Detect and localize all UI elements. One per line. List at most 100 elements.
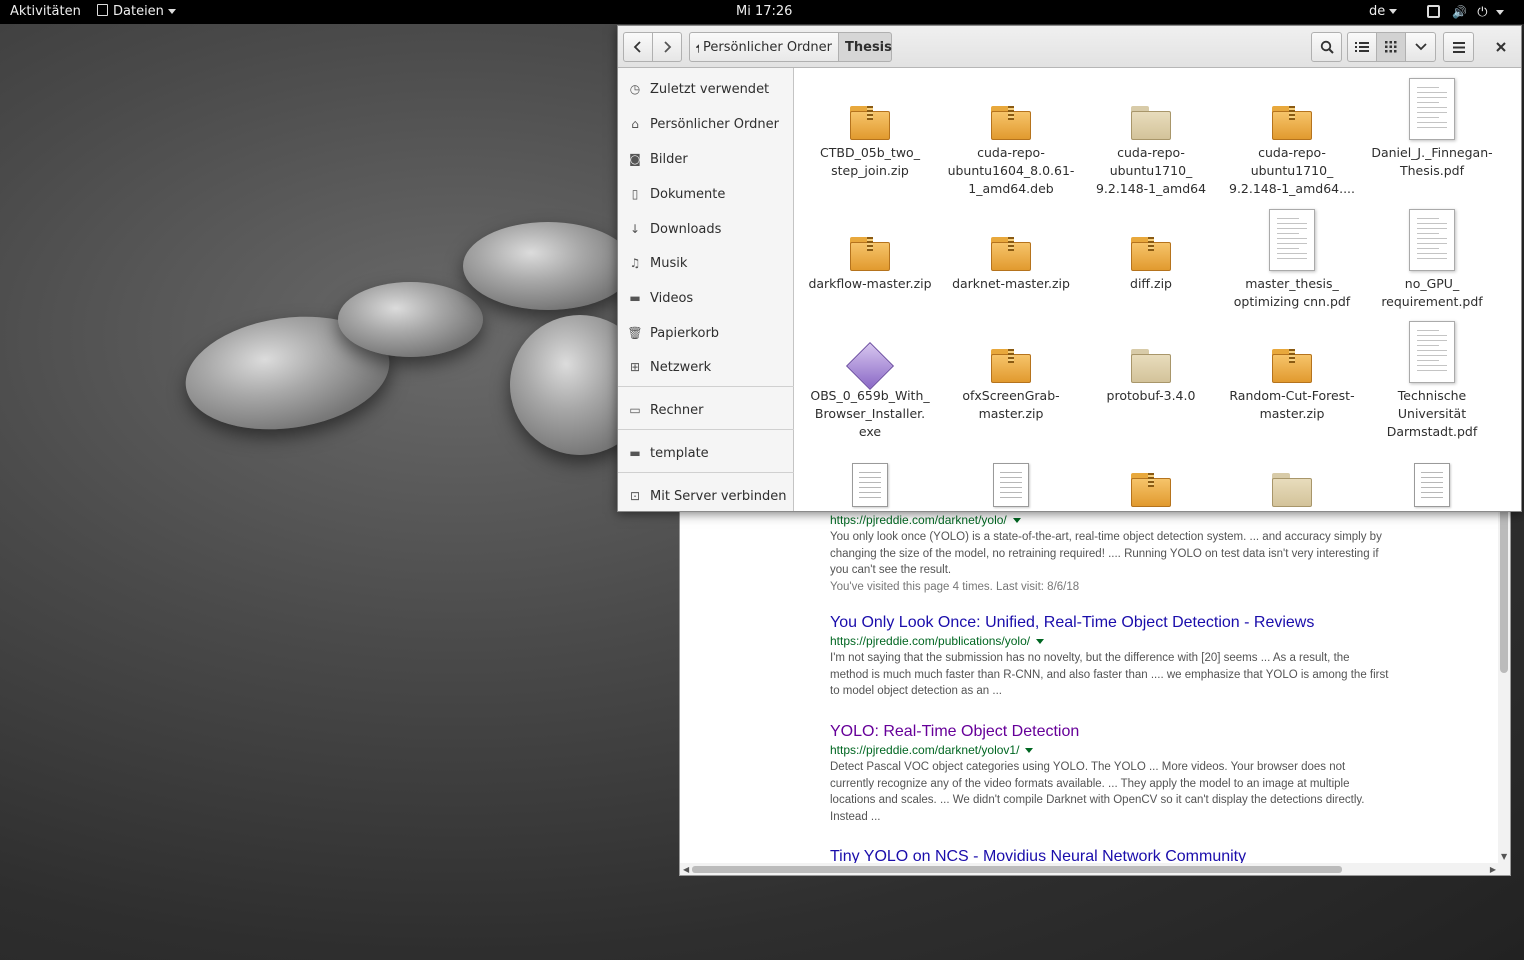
vertical-scrollbar[interactable]: ▼: [1498, 501, 1510, 863]
file-icon-wrap: [946, 74, 1076, 140]
chevron-right-icon: [664, 41, 672, 53]
file-icon-wrap: [946, 317, 1076, 383]
file-item[interactable]: darknet-master.zip: [946, 205, 1076, 293]
sidebar-item-trash[interactable]: 🗑 Papierkorb: [618, 318, 794, 348]
file-item[interactable]: cuda-repo- ubuntu1604_8.0.61- 1_amd64.de…: [946, 74, 1076, 198]
document-icon: [852, 463, 888, 507]
file-item[interactable]: tiny-yolo-voc (1).: [946, 441, 1076, 511]
file-item[interactable]: ofxScreenGrab- master.zip: [946, 317, 1076, 423]
file-icon-wrap: [946, 205, 1076, 271]
file-item[interactable]: Random-Cut-Forest- master.zip: [1227, 317, 1357, 423]
file-icon-wrap: [805, 317, 935, 391]
file-item[interactable]: diff.zip: [1086, 205, 1216, 293]
sidebar-item-recent[interactable]: ◷ Zuletzt verwendet: [618, 74, 794, 104]
breadcrumb-current[interactable]: Thesis: [838, 32, 892, 62]
drive-icon: ▭: [629, 403, 641, 417]
top-bar: Aktivitäten Dateien Mi 17:26 de 🔊 ⏻: [0, 0, 1524, 24]
search-button[interactable]: [1311, 32, 1342, 62]
grid-view-button[interactable]: [1376, 32, 1406, 62]
file-name: cuda-repo- ubuntu1604_8.0.61- 1_amd64.de…: [947, 145, 1075, 196]
file-item[interactable]: OBS_0_659b_With_ Browser_Installer. exe: [805, 317, 935, 441]
file-item[interactable]: CTBD_05b_two_ step_join.zip: [805, 74, 935, 180]
file-name: tiny-yolo-voc.: [805, 511, 935, 512]
camera-icon: ◙: [629, 152, 641, 166]
result-url[interactable]: https://pjreddie.com/darknet/yolov1/: [830, 743, 1390, 757]
sidebar-item-music[interactable]: ♫ Musik: [618, 248, 794, 278]
server-icon: ⊡: [629, 489, 641, 503]
file-item[interactable]: master_thesis_ optimizing cnn.pdf: [1227, 205, 1357, 311]
file-item[interactable]: varun@104.155.100.: [1086, 441, 1216, 512]
chevron-down-icon: [1414, 43, 1427, 51]
scroll-right-arrow-icon[interactable]: ▶: [1490, 865, 1496, 874]
file-name: Technische Universität Darmstadt.pdf: [1386, 388, 1478, 439]
sidebar-item-home[interactable]: ⌂ Persönlicher Ordner: [618, 109, 794, 139]
file-item[interactable]: tiny-yolo-voc.: [805, 441, 935, 512]
chevron-down-icon: [1389, 9, 1398, 14]
scroll-left-arrow-icon[interactable]: ◀: [683, 865, 689, 874]
home-icon: [696, 44, 700, 53]
file-item[interactable]: writing material: [1227, 441, 1357, 511]
result-title[interactable]: YOLO: Real-Time Object Detection: [830, 723, 1390, 741]
file-item[interactable]: Daniel_J._Finnegan- Thesis.pdf: [1367, 74, 1497, 180]
sidebar-item-label: Zuletzt verwendet: [650, 81, 770, 97]
result-url-text: https://pjreddie.com/publications/yolo/: [830, 634, 1031, 648]
file-item[interactable]: darkflow-master.zip: [805, 205, 935, 293]
result-url-text: https://pjreddie.com/darknet/yolo/: [830, 513, 1007, 527]
file-name: Random-Cut-Forest- master.zip: [1229, 388, 1355, 421]
sidebar-item-downloads[interactable]: ↓ Downloads: [618, 214, 794, 244]
close-button[interactable]: [1486, 32, 1516, 62]
file-item[interactable]: cuda-repo- ubuntu1710_ 9.2.148-1_amd64..…: [1227, 74, 1357, 198]
wallpaper-drop: [463, 222, 633, 310]
files-app-icon: [97, 4, 108, 16]
file-icon-wrap: [1227, 441, 1357, 507]
archive-icon: [1272, 106, 1312, 140]
clock-icon: ◷: [629, 82, 641, 96]
scrollbar-thumb[interactable]: [692, 866, 1342, 873]
clock[interactable]: Mi 17:26: [736, 4, 792, 19]
sidebar-item-connect-server[interactable]: ⊡ Mit Server verbinden: [618, 481, 794, 511]
list-view-button[interactable]: [1347, 32, 1377, 62]
sidebar-item-pictures[interactable]: ◙ Bilder: [618, 144, 794, 174]
back-button[interactable]: [623, 32, 653, 62]
list-view-icon: [1355, 42, 1369, 52]
sidebar-item-computer[interactable]: ▭ Rechner: [618, 395, 794, 425]
file-item[interactable]: no_GPU_ requirement.pdf: [1367, 205, 1497, 311]
file-icon-wrap: [1086, 74, 1216, 140]
scrollbar-thumb[interactable]: [1500, 505, 1508, 673]
sidebar-item-template[interactable]: ▬ template: [618, 438, 794, 468]
activities-button[interactable]: Aktivitäten: [10, 4, 81, 19]
sidebar-item-network[interactable]: ⊞ Netzwerk: [618, 352, 794, 382]
language-indicator[interactable]: de: [1369, 4, 1398, 19]
sidebar-separator: [618, 429, 794, 430]
result-url[interactable]: https://pjreddie.com/publications/yolo/: [830, 634, 1390, 648]
sidebar-item-videos[interactable]: ▬ Videos: [618, 283, 794, 313]
dropdown-caret-icon[interactable]: [1036, 639, 1045, 645]
sidebar-item-documents[interactable]: ▯ Dokumente: [618, 179, 794, 209]
dropdown-caret-icon[interactable]: [1012, 518, 1021, 524]
view-options-button[interactable]: [1405, 32, 1436, 62]
breadcrumb-label: Thesis: [845, 39, 892, 55]
app-menu-button[interactable]: Dateien: [97, 4, 176, 19]
menu-button[interactable]: [1443, 32, 1474, 62]
file-name: diff.zip: [1130, 276, 1172, 291]
archive-icon: [850, 237, 890, 271]
file-item[interactable]: yolov2.weights: [1367, 441, 1497, 511]
file-item[interactable]: Technische Universität Darmstadt.pdf: [1367, 317, 1497, 441]
dropdown-caret-icon[interactable]: [1025, 748, 1034, 754]
file-name: varun@104.155.100.: [1086, 511, 1216, 512]
scroll-down-arrow-icon[interactable]: ▼: [1501, 852, 1507, 861]
file-item[interactable]: cuda-repo- ubuntu1710_ 9.2.148-1_amd64: [1086, 74, 1216, 198]
home-icon: ⌂: [631, 117, 639, 131]
result-url[interactable]: https://pjreddie.com/darknet/yolo/: [830, 513, 1390, 527]
system-menu[interactable]: 🔊 ⏻: [1427, 5, 1504, 20]
horizontal-scrollbar[interactable]: ◀ ▶: [680, 863, 1510, 875]
sidebar-item-label: Persönlicher Ordner: [650, 116, 779, 132]
file-item[interactable]: protobuf-3.4.0: [1086, 317, 1216, 405]
forward-button[interactable]: [652, 32, 682, 62]
file-name: Daniel_J._Finnegan- Thesis.pdf: [1371, 145, 1493, 178]
result-title[interactable]: You Only Look Once: Unified, Real-Time O…: [830, 614, 1390, 632]
breadcrumb-label: Persönlicher Ordner: [703, 39, 832, 55]
breadcrumb-home[interactable]: Persönlicher Ordner: [689, 32, 839, 62]
archive-icon: [1131, 237, 1171, 271]
sidebar-item-label: Dokumente: [650, 186, 726, 202]
